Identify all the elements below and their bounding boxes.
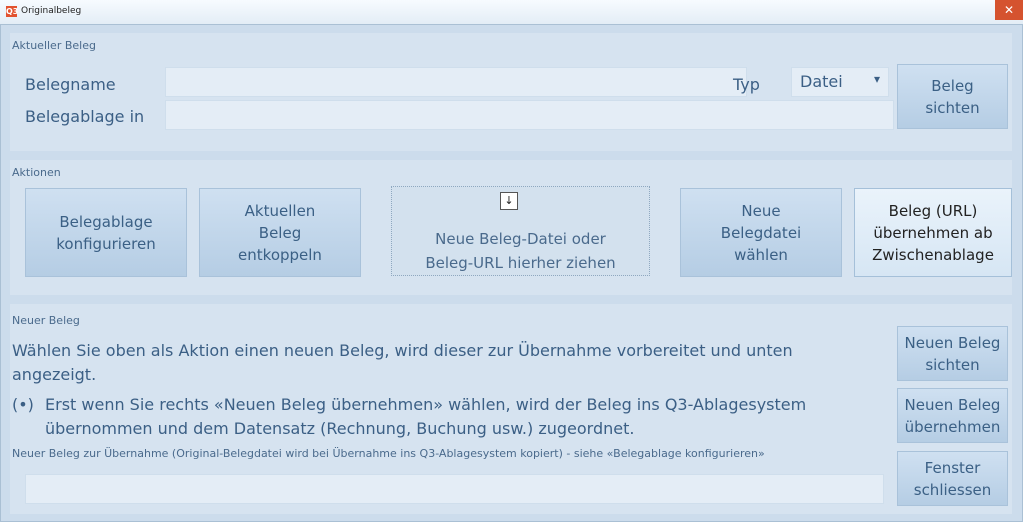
typ-select[interactable]: Datei ▾ [791, 67, 889, 97]
neuen-beleg-sichten-button[interactable]: Neuen Beleg sichten [897, 326, 1008, 381]
konfigurieren-label: Belegablage konfigurieren [56, 212, 156, 253]
entkoppeln-label: Aktuellen Beleg entkoppeln [238, 201, 322, 264]
belegablage-label: Belegablage in [25, 107, 145, 126]
belegname-label: Belegname [25, 75, 116, 94]
field-caption: Neuer Beleg zur Übernahme (Original-Bele… [12, 447, 765, 460]
zwischenablage-button[interactable]: Beleg (URL) übernehmen ab Zwischenablage [854, 188, 1012, 277]
belegablage-input[interactable] [165, 100, 894, 130]
schliessen-label: Fenster schliessen [913, 458, 992, 499]
typ-label: Typ [733, 75, 760, 94]
neuer-beleg-field[interactable] [25, 474, 884, 504]
close-button[interactable]: ✕ [995, 0, 1023, 20]
beleg-sichten-label: Beleg sichten [925, 76, 980, 117]
group-neuer-beleg: Neuer Beleg Wählen Sie oben als Aktion e… [10, 304, 1012, 514]
info-text-1b: angezeigt. [12, 365, 97, 384]
neue-belegdatei-waehlen-button[interactable]: Neue Belegdatei wählen [680, 188, 842, 277]
uebernehmen-label: Neuen Beleg übernehmen [904, 395, 1001, 436]
app-icon: Q3 [6, 6, 19, 17]
belegablage-konfigurieren-button[interactable]: Belegablage konfigurieren [25, 188, 187, 277]
download-icon: ↓ [500, 192, 518, 210]
beleg-entkoppeln-button[interactable]: Aktuellen Beleg entkoppeln [199, 188, 361, 277]
group-aktionen: Aktionen Belegablage konfigurieren Aktue… [10, 160, 1012, 295]
waehlen-label: Neue Belegdatei wählen [720, 201, 802, 264]
fenster-schliessen-button[interactable]: Fenster schliessen [897, 451, 1008, 506]
dialog-frame: Aktueller Beleg Belegname Belegablage in… [0, 24, 1023, 522]
group-label: Aktionen [12, 166, 61, 179]
group-label: Neuer Beleg [12, 314, 80, 327]
title-bar: Q3 Originalbeleg ✕ [0, 0, 1023, 25]
sichten-label: Neuen Beleg sichten [904, 333, 1001, 374]
drop-zone-label: Neue Beleg-Datei oder Beleg-URL hierher … [425, 230, 616, 272]
neuen-beleg-uebernehmen-button[interactable]: Neuen Beleg übernehmen [897, 388, 1008, 443]
window-title: Originalbeleg [21, 6, 82, 16]
bullet-marker: (•) [12, 395, 34, 414]
drop-zone[interactable]: ↓ Neue Beleg-Datei oder Beleg-URL hierhe… [391, 186, 650, 276]
info-text-2b: übernommen und dem Datensatz (Rechnung, … [45, 419, 635, 438]
info-text-1a: Wählen Sie oben als Aktion einen neuen B… [12, 341, 793, 360]
chevron-down-icon[interactable]: ▾ [874, 72, 880, 86]
typ-value: Datei [800, 72, 843, 91]
beleg-sichten-button[interactable]: Beleg sichten [897, 64, 1008, 129]
info-text-2a: Erst wenn Sie rechts «Neuen Beleg überne… [45, 395, 807, 414]
zwischenablage-label: Beleg (URL) übernehmen ab Zwischenablage [872, 201, 994, 264]
group-aktueller-beleg: Aktueller Beleg Belegname Belegablage in… [10, 33, 1012, 151]
belegname-input[interactable] [165, 67, 747, 97]
group-label: Aktueller Beleg [12, 39, 96, 52]
